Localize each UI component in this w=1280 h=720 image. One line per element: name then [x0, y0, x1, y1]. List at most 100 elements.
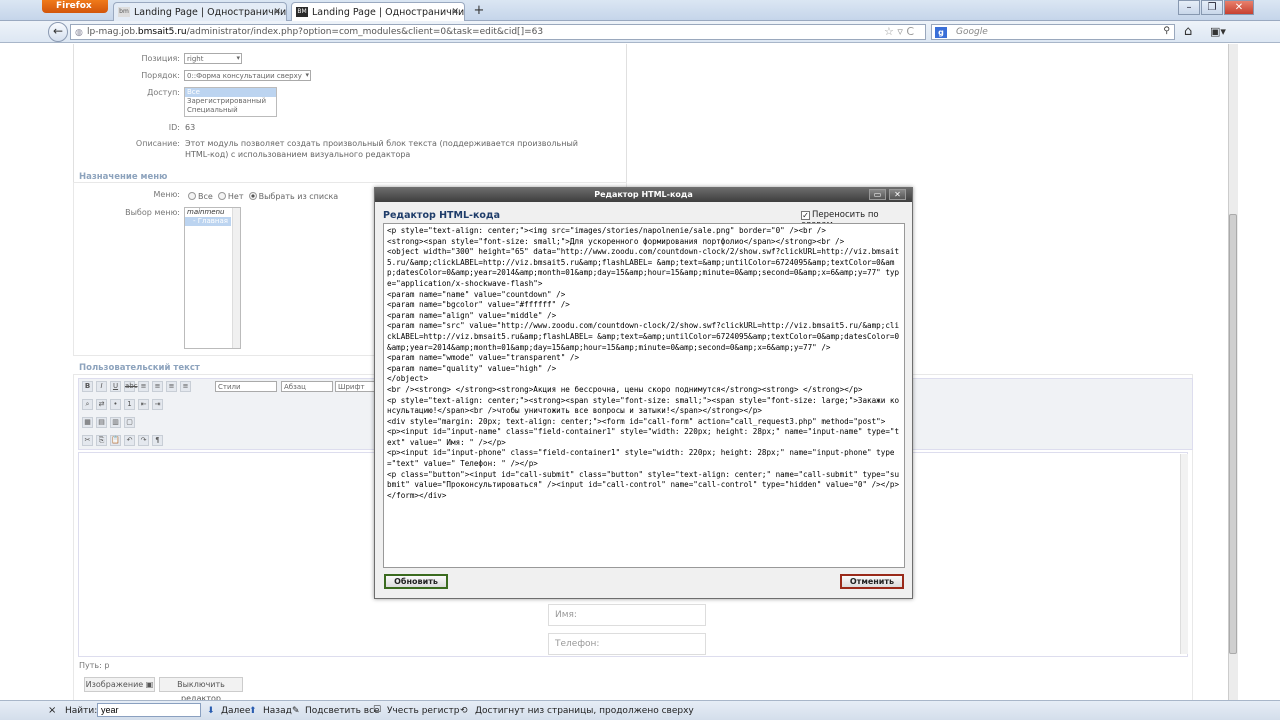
tab-title: Landing Page | Одностраничник | Б...: [134, 7, 287, 18]
checkbox-check-icon[interactable]: ✓: [801, 211, 810, 220]
back-button[interactable]: ←: [48, 22, 68, 42]
addon-bar-icon[interactable]: ▣▾: [1210, 25, 1226, 38]
phone-input-preview[interactable]: Телефон:: [548, 633, 706, 655]
strikethrough-icon[interactable]: abc: [124, 381, 138, 392]
radio-select[interactable]: [248, 192, 257, 200]
radio-none-label: Нет: [227, 192, 244, 201]
wrapped-icon: ⟲: [460, 706, 468, 716]
back-arrow-icon: ←: [52, 24, 64, 38]
bookmark-star-icon[interactable]: ☆ ▿ C: [884, 25, 914, 38]
access-listbox[interactable]: Все Зарегистрированный Специальный: [184, 87, 277, 117]
home-icon[interactable]: ⌂: [1184, 24, 1192, 39]
indent-icon[interactable]: ⇥: [152, 399, 163, 410]
outdent-icon[interactable]: ⇤: [138, 399, 149, 410]
undo-icon[interactable]: ↶: [124, 435, 135, 446]
order-select[interactable]: 0::Форма консультации сверху ▾: [184, 70, 311, 81]
align-right-icon[interactable]: ≡: [166, 381, 177, 392]
menu-select-label: Выбор меню:: [125, 208, 180, 217]
tab-close-icon[interactable]: ✕: [451, 7, 459, 17]
page-scrollbar-thumb[interactable]: [1229, 214, 1237, 654]
underline-icon[interactable]: U: [110, 381, 121, 392]
toolbar-row-4: ✂ ⎘ 📋 ↶ ↷ ¶: [82, 435, 163, 446]
access-option[interactable]: Все: [185, 88, 276, 97]
cell-icon[interactable]: ▢: [124, 417, 135, 428]
format-select[interactable]: Абзац: [281, 381, 333, 392]
match-case-label: Учесть регистр: [387, 706, 460, 716]
find-next-button[interactable]: Далее: [221, 706, 250, 716]
name-input-preview[interactable]: Имя:: [548, 604, 706, 626]
window-margin: [1238, 44, 1280, 700]
tab-1[interactable]: bm Landing Page | Одностраничник | Б... …: [113, 2, 287, 21]
update-button[interactable]: Обновить: [384, 574, 448, 589]
find-next-icon[interactable]: ⬇: [207, 706, 215, 716]
font-value: Шрифт: [338, 383, 365, 391]
column-icon[interactable]: ▥: [110, 417, 121, 428]
editor-scrollbar[interactable]: [1180, 454, 1188, 654]
new-tab-button[interactable]: +: [470, 3, 488, 19]
align-justify-icon[interactable]: ≡: [180, 381, 191, 392]
bold-icon[interactable]: B: [82, 381, 93, 392]
styles-select[interactable]: Стили: [215, 381, 277, 392]
search-placeholder: Google: [956, 27, 988, 37]
restore-button[interactable]: ❐: [1201, 0, 1223, 15]
firefox-menu-button[interactable]: Firefox: [42, 0, 108, 13]
image-button[interactable]: Изображение ▣: [84, 677, 155, 692]
align-center-icon[interactable]: ≡: [152, 381, 163, 392]
find-status: Достигнут низ страницы, продолжено сверх…: [475, 706, 694, 716]
highlight-all-button[interactable]: Подсветить все: [305, 706, 380, 716]
match-case-checkbox[interactable]: ☐: [373, 705, 381, 715]
window-close-button[interactable]: ✕: [1224, 0, 1254, 15]
html-editor-dialog: Редактор HTML-кода ▭ ✕ Редактор HTML-код…: [374, 187, 913, 599]
menu-section-title: Назначение меню: [79, 172, 168, 182]
dialog-maximize-button[interactable]: ▭: [869, 189, 886, 200]
search-magnifier-icon[interactable]: ⚲: [1163, 26, 1170, 36]
name-placeholder: Имя:: [555, 610, 577, 620]
dialog-close-button[interactable]: ✕: [889, 189, 906, 200]
position-select[interactable]: right ▾: [184, 53, 242, 64]
numbered-list-icon[interactable]: 1: [124, 399, 135, 410]
position-label: Позиция:: [141, 54, 180, 63]
url-bar[interactable]: ◍ lp-mag.job.bmsait5.ru/administrator/ind…: [70, 24, 926, 40]
highlight-icon: ✎: [292, 706, 300, 716]
editor-path: Путь: p: [79, 661, 110, 670]
radio-all[interactable]: [188, 192, 196, 200]
tab-2[interactable]: BM Landing Page | Одностраничник | Б... …: [291, 2, 465, 21]
align-left-icon[interactable]: ≡: [138, 381, 149, 392]
replace-icon[interactable]: ⇄: [96, 399, 107, 410]
find-prev-button[interactable]: Назад: [263, 706, 292, 716]
cancel-button[interactable]: Отменить: [840, 574, 904, 589]
order-label: Порядок:: [141, 71, 180, 80]
access-option[interactable]: Зарегистрированный: [185, 97, 276, 106]
access-label: Доступ:: [147, 88, 180, 97]
paragraph-icon[interactable]: ¶: [152, 435, 163, 446]
html-code-textarea[interactable]: <p style="text-align: center;"><img src=…: [383, 223, 905, 568]
table-icon[interactable]: ▦: [82, 417, 93, 428]
cut-icon[interactable]: ✂: [82, 435, 93, 446]
tab-title: Landing Page | Одностраничник | Б...: [312, 7, 465, 18]
find-prev-icon[interactable]: ⬆: [249, 706, 257, 716]
chevron-down-icon: ▾: [236, 54, 240, 62]
menu-item[interactable]: - Главная: [185, 217, 231, 226]
position-value: right: [187, 55, 204, 63]
menu-select-listbox[interactable]: mainmenu - Главная: [184, 207, 241, 349]
font-select[interactable]: Шрифт: [335, 381, 375, 392]
find-input[interactable]: [97, 703, 201, 717]
tab-close-icon[interactable]: ✕: [273, 7, 281, 17]
redo-icon[interactable]: ↷: [138, 435, 149, 446]
find-close-icon[interactable]: ×: [48, 705, 56, 716]
bullet-list-icon[interactable]: •: [110, 399, 121, 410]
site-identity-icon[interactable]: ◍: [75, 28, 83, 38]
paste-icon[interactable]: 📋: [110, 435, 121, 446]
copy-icon[interactable]: ⎘: [96, 435, 107, 446]
search-box[interactable]: g Google ⚲: [931, 24, 1175, 40]
minimize-button[interactable]: –: [1178, 0, 1200, 15]
listbox-scrollbar[interactable]: [232, 208, 240, 348]
italic-icon[interactable]: I: [96, 381, 107, 392]
id-value: 63: [185, 123, 196, 132]
radio-none[interactable]: [217, 192, 226, 200]
row-icon[interactable]: ▤: [96, 417, 107, 428]
dialog-header: Редактор HTML-кода: [375, 188, 912, 202]
access-option[interactable]: Специальный: [185, 106, 276, 115]
find-icon[interactable]: ⌕: [82, 399, 93, 410]
toggle-editor-button[interactable]: Выключить редактор: [159, 677, 243, 700]
